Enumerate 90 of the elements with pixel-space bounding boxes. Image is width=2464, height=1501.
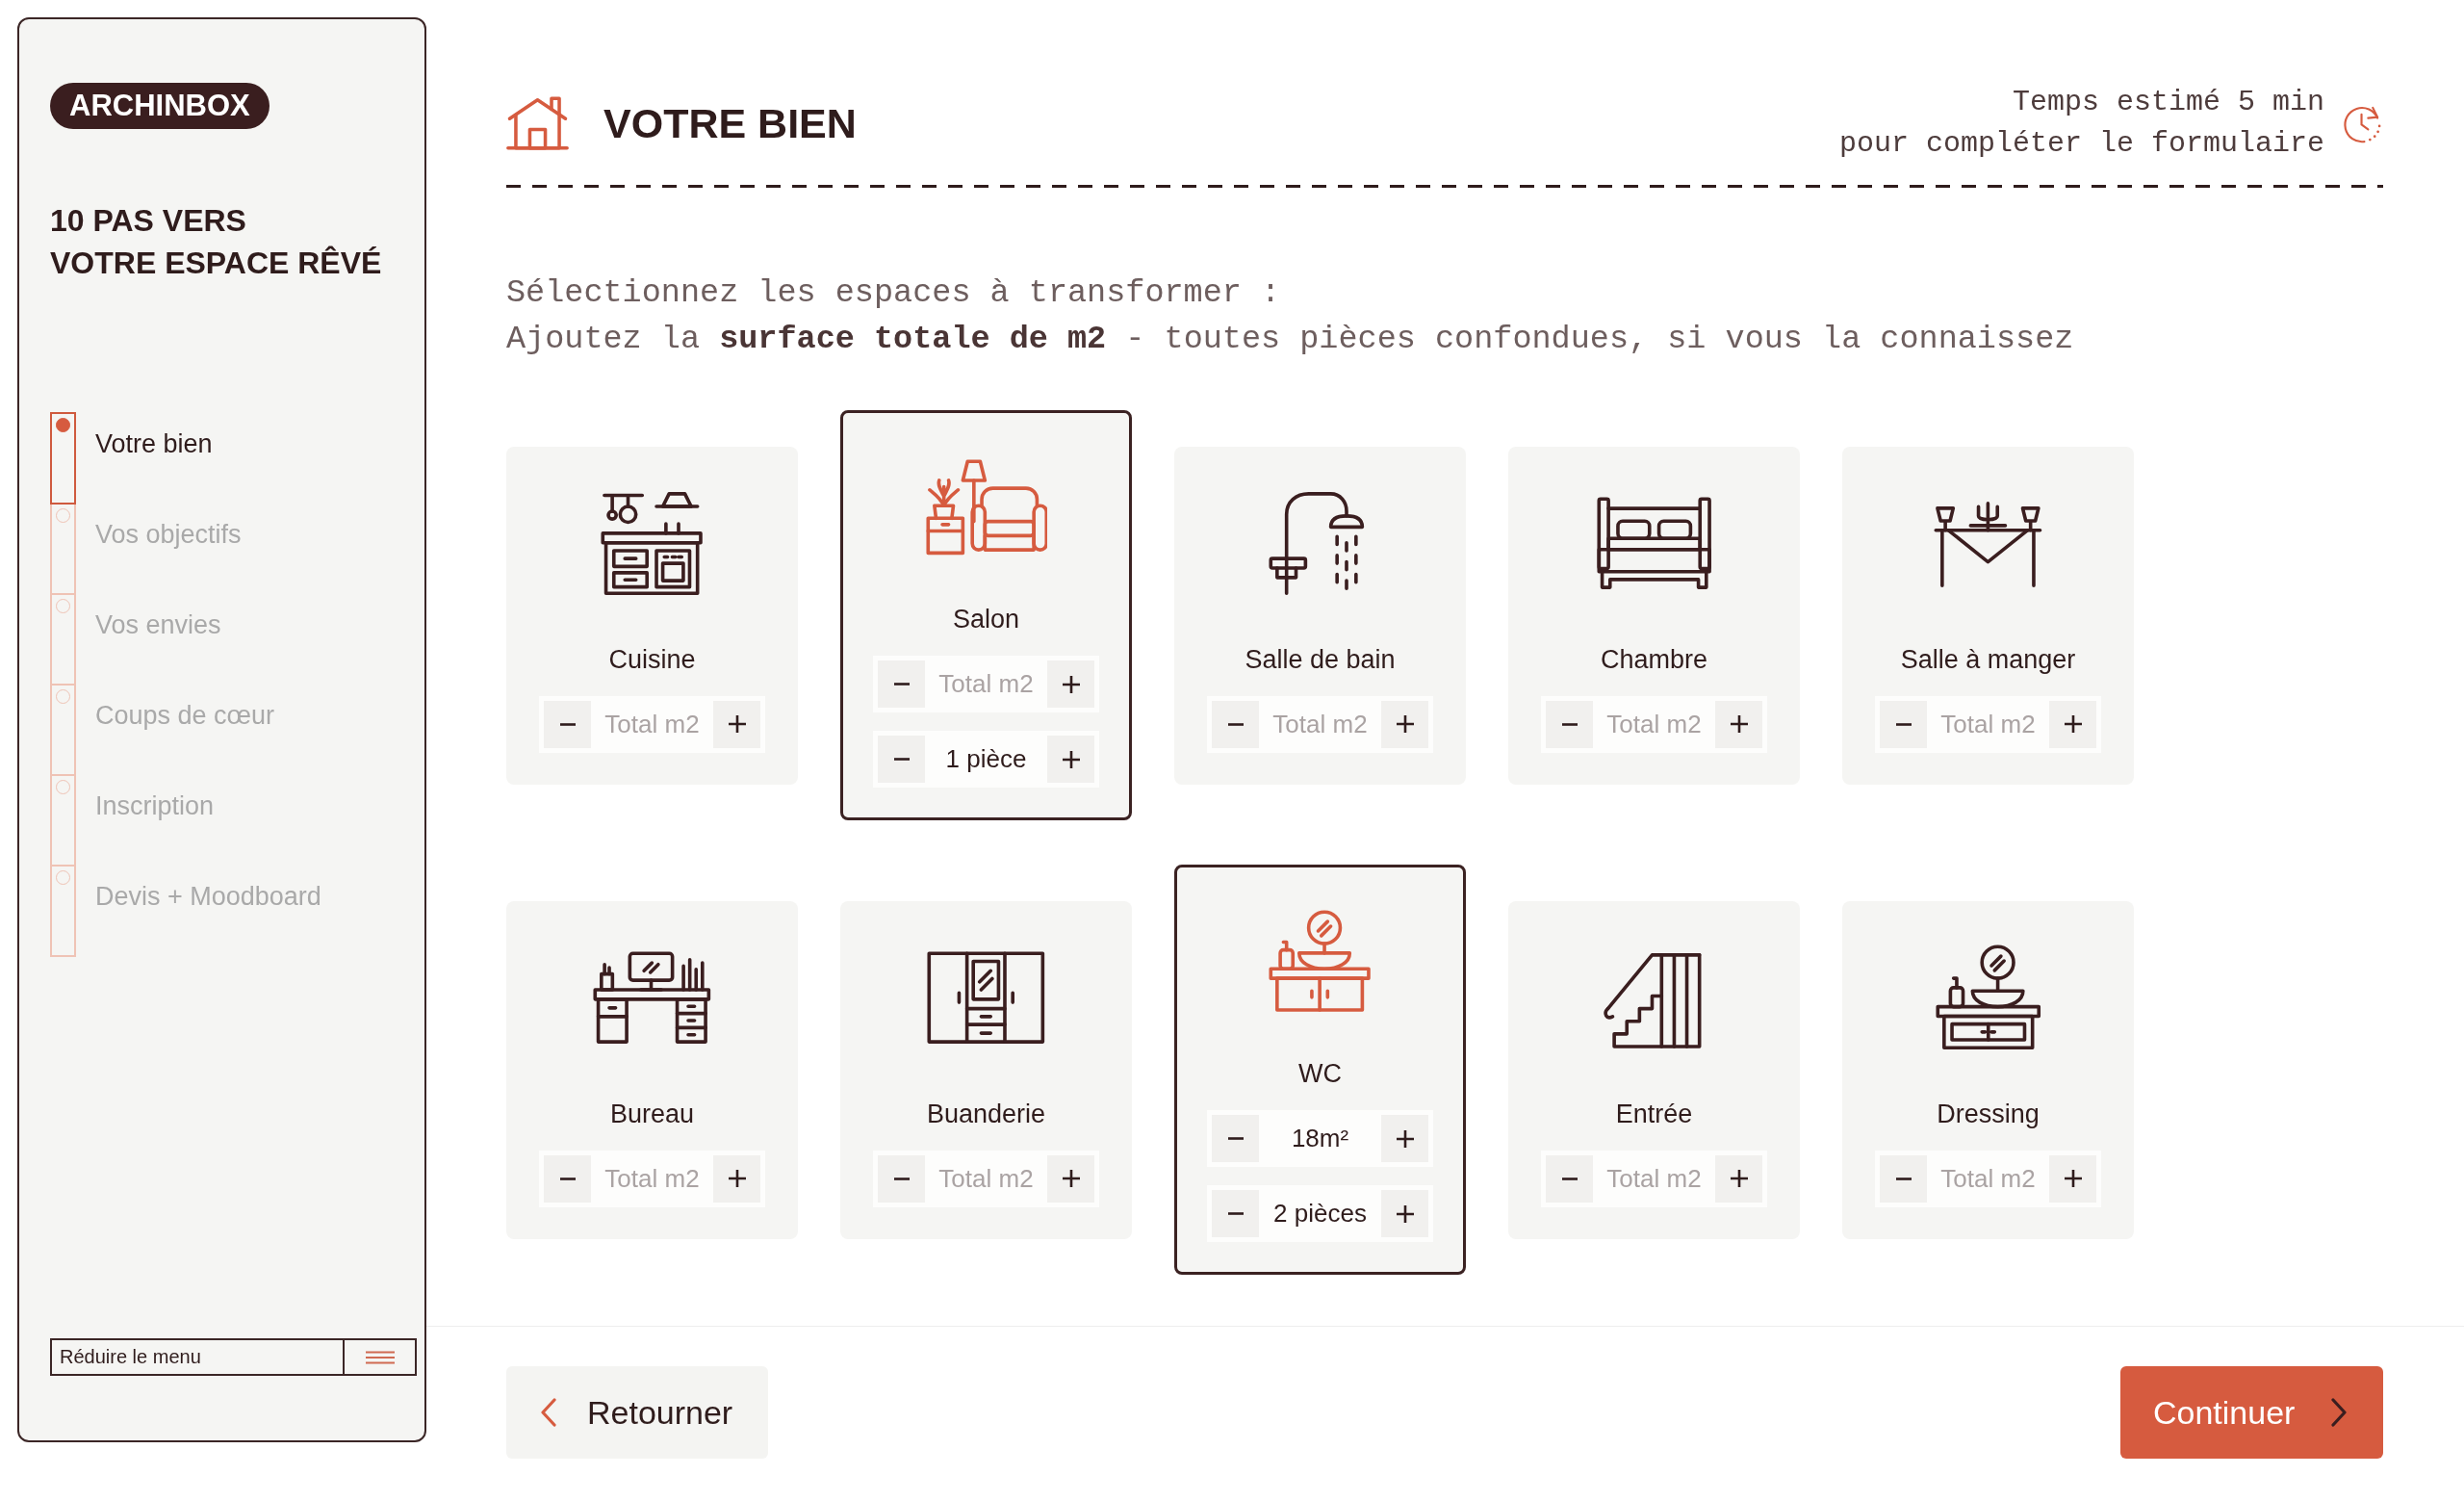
- minus-icon: [1227, 1212, 1244, 1215]
- plus-icon: [2064, 715, 2082, 733]
- plus-icon: [1062, 1170, 1080, 1187]
- wardrobe-icon: [926, 949, 1046, 1046]
- plus-icon: [1730, 1170, 1748, 1187]
- increase-button[interactable]: [1710, 1150, 1767, 1207]
- room-label: Salon: [952, 604, 1020, 635]
- minus-icon: [559, 1177, 576, 1180]
- room-card[interactable]: Entrée Total m2: [1508, 900, 1800, 1239]
- desk-icon: [592, 949, 712, 1046]
- minus-icon: [893, 758, 910, 761]
- plus-icon: [728, 1170, 746, 1187]
- room-label: Entrée: [1615, 1098, 1693, 1130]
- quantity-input[interactable]: Total m2: [1932, 695, 2044, 753]
- quantity-input[interactable]: Total m2: [930, 1150, 1042, 1207]
- page-title: VOTRE BIEN: [603, 99, 857, 147]
- time-estimate: Temps estimé 5 min pour compléter le formulaire: [1838, 85, 2324, 162]
- minus-icon: [893, 683, 910, 686]
- minus-icon: [1227, 1137, 1244, 1140]
- room-label: Cuisine: [608, 643, 696, 676]
- room-card[interactable]: Salle à manger Total m2: [1842, 446, 2134, 785]
- room-card[interactable]: Chambre Total m2: [1508, 446, 1800, 785]
- plus-icon: [1730, 715, 1748, 733]
- chevron-left-icon: [540, 1398, 556, 1427]
- sidebar-heading: 10 PAS VERS VOTRE ESPACE RÊVÉ: [50, 202, 382, 282]
- room-card[interactable]: Dressing Total m2: [1842, 900, 2134, 1239]
- room-card[interactable]: WC 18m² 2 pièces: [1174, 865, 1466, 1275]
- minus-icon: [1895, 1177, 1912, 1180]
- quantity-input[interactable]: 1 pièce: [930, 731, 1042, 788]
- increase-button[interactable]: [708, 1150, 765, 1207]
- collapse-menu-button[interactable]: Réduire le menu: [50, 1338, 417, 1376]
- room-label: Bureau: [609, 1098, 695, 1130]
- minus-icon: [1561, 1177, 1578, 1180]
- washbasin-icon: [1268, 909, 1373, 1014]
- minus-icon: [1561, 722, 1578, 726]
- room-label: Buanderie: [926, 1098, 1046, 1130]
- plus-icon: [1396, 1204, 1414, 1223]
- minus-icon: [559, 722, 576, 726]
- plus-icon: [1396, 715, 1414, 733]
- quantity-input[interactable]: Total m2: [1598, 695, 1710, 753]
- bed-icon: [1595, 495, 1713, 591]
- plus-icon: [1062, 675, 1080, 693]
- plus-icon: [1062, 750, 1080, 768]
- minus-icon: [893, 1177, 910, 1180]
- increase-button[interactable]: [1042, 656, 1099, 712]
- step-link[interactable]: Votre bien: [95, 428, 213, 459]
- room-label: Salle à manger: [1900, 643, 2076, 676]
- minus-icon: [1227, 722, 1244, 726]
- kitchen-icon: [600, 489, 705, 597]
- increase-button[interactable]: [1376, 1185, 1433, 1242]
- room-label: WC: [1298, 1058, 1342, 1090]
- quantity-input[interactable]: Total m2: [1264, 695, 1376, 753]
- room-card[interactable]: Salon Total m2 1 pièce: [840, 410, 1132, 820]
- quantity-input[interactable]: Total m2: [1598, 1150, 1710, 1207]
- room-label: Dressing: [1937, 1098, 2040, 1130]
- chevron-right-icon: [2331, 1398, 2348, 1427]
- room-card[interactable]: Salle de bain Total m2: [1174, 446, 1466, 785]
- increase-button[interactable]: [708, 695, 765, 753]
- quantity-input[interactable]: 2 pièces: [1264, 1185, 1376, 1242]
- increase-button[interactable]: [1042, 1150, 1099, 1207]
- room-card[interactable]: Buanderie Total m2: [840, 900, 1132, 1239]
- increase-button[interactable]: [2044, 695, 2101, 753]
- quantity-input[interactable]: Total m2: [930, 656, 1042, 712]
- house-icon: [506, 95, 569, 151]
- quantity-input[interactable]: Total m2: [596, 695, 708, 753]
- room-label: Chambre: [1600, 643, 1707, 676]
- menu-icon: [365, 1350, 395, 1364]
- instruction-text: Ajoutez la surface totale de m2 - toutes pièces confondues, si vous la connaissez: [506, 320, 2075, 359]
- increase-button[interactable]: [1710, 695, 1767, 753]
- back-button[interactable]: Retourner: [506, 1366, 768, 1459]
- quantity-input[interactable]: Total m2: [596, 1150, 708, 1207]
- increase-button[interactable]: [1042, 731, 1099, 788]
- increase-button[interactable]: [1376, 695, 1433, 753]
- room-label: Salle de bain: [1245, 643, 1396, 676]
- brand-logo: ARCHINBOX: [50, 83, 270, 129]
- continue-button[interactable]: Continuer: [2120, 1366, 2383, 1459]
- quantity-input[interactable]: 18m²: [1264, 1110, 1376, 1167]
- dining-table-icon: [1933, 499, 2043, 587]
- armchair-lamp-icon: [924, 457, 1048, 556]
- vanity-icon: [1934, 944, 2042, 1051]
- plus-icon: [2064, 1170, 2082, 1187]
- room-card[interactable]: Cuisine Total m2: [506, 446, 798, 785]
- plus-icon: [1396, 1129, 1414, 1148]
- quantity-input[interactable]: Total m2: [1932, 1150, 2044, 1207]
- room-card[interactable]: Bureau Total m2: [506, 900, 798, 1239]
- minus-icon: [1895, 722, 1912, 726]
- increase-button[interactable]: [2044, 1150, 2101, 1207]
- plus-icon: [728, 715, 746, 733]
- increase-button[interactable]: [1376, 1110, 1433, 1167]
- instruction-text: Sélectionnez les espaces à transformer :: [506, 273, 1282, 313]
